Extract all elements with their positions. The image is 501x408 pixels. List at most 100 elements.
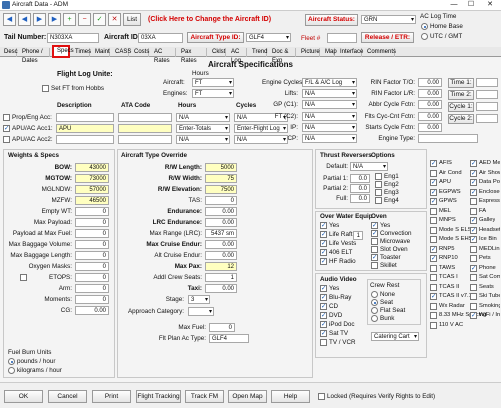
option-mode-s-els-checkbox[interactable] [430, 226, 437, 234]
option-tcas-i-checkbox[interactable] [430, 274, 437, 281]
weights-value-cg[interactable]: 0.00 [75, 306, 109, 315]
tab-phone-dates[interactable]: Phone / Dates [19, 48, 50, 64]
option-pets-checkbox[interactable] [470, 255, 477, 262]
option-headsets-checkbox[interactable] [470, 226, 477, 234]
override-value-addl-crew-seats[interactable]: 1 [205, 273, 237, 282]
tab-interface[interactable]: Interface [337, 48, 363, 57]
fleet-input[interactable] [327, 33, 357, 43]
stage-select[interactable]: 3 [188, 295, 210, 304]
option-gpws-checkbox[interactable] [430, 197, 437, 205]
engine-cycles-select[interactable]: F/L & A/C Log [302, 78, 357, 87]
cycle1-input[interactable] [476, 102, 498, 111]
next-record-icon[interactable]: ▶ [33, 13, 46, 26]
audio-ipod-doc-checkbox[interactable] [320, 320, 327, 328]
water-life-vests-checkbox[interactable] [320, 239, 327, 247]
apu-acc2-checkbox[interactable] [3, 136, 10, 143]
kph-radio[interactable] [8, 367, 15, 374]
print-button[interactable]: Print [92, 390, 131, 403]
override-value-max-cruise-endur[interactable]: 0.00 [205, 240, 237, 249]
flight-tracking-button[interactable]: Flight Tracking [136, 390, 181, 403]
engine-type-input[interactable] [418, 134, 478, 143]
catering-select[interactable]: Catering Cart [371, 332, 419, 341]
option-wx-radar-checkbox[interactable] [430, 302, 437, 310]
override-value-r-w-width[interactable]: 75 [205, 174, 237, 183]
option-data-port-checkbox[interactable] [470, 178, 477, 186]
option-air-show-checkbox[interactable] [470, 169, 477, 177]
audio-dvd-checkbox[interactable] [320, 311, 327, 319]
tab-ac-log[interactable]: AC Log [228, 48, 247, 64]
weights-value-mgtow[interactable]: 73000 [75, 174, 109, 183]
ok-button[interactable]: OK [4, 390, 43, 403]
minimize-button[interactable]: — [447, 0, 461, 10]
tab-doc-exp[interactable]: Doc & Exp [269, 48, 296, 64]
option-mode-s-ehs-checkbox[interactable] [430, 236, 437, 243]
approach-select[interactable] [188, 307, 214, 316]
option-rnp10-checkbox[interactable] [430, 254, 437, 262]
aircraft-type-select[interactable]: GLF4 [246, 33, 291, 42]
prop-eng-checkbox[interactable] [3, 114, 10, 121]
weights-value-mzfw[interactable]: 46500 [75, 196, 109, 205]
override-value-endurance[interactable]: 0.00 [205, 207, 237, 216]
override-value-r-w-elevation[interactable]: 7500 [205, 185, 237, 194]
first-record-icon[interactable]: ◀ [3, 13, 16, 26]
change-aircraft-hint[interactable]: (Click Here to Change the Aircraft ID) [148, 16, 271, 23]
last-record-icon[interactable]: ▶ [48, 13, 61, 26]
time2-input[interactable] [476, 90, 498, 99]
aircraft-status-select[interactable]: GRN [361, 15, 416, 24]
aircraft-status-button[interactable]: Aircraft Status: [305, 14, 358, 26]
option-medlink-checkbox[interactable] [470, 245, 477, 253]
tab-trend[interactable]: Trend [249, 48, 267, 57]
apu-acc2-ata[interactable] [118, 135, 172, 144]
partial1-input[interactable]: 0.0 [350, 174, 370, 183]
delete-record-icon[interactable]: − [78, 13, 91, 26]
weights-value-payload-at-max-fuel[interactable]: 0 [75, 229, 109, 238]
audio-tv-vcr-checkbox[interactable] [320, 339, 327, 346]
cancel-record-icon[interactable]: ✕ [108, 13, 121, 26]
tab-pax-rates[interactable]: Pax Rates [178, 48, 207, 64]
water-406-elt-checkbox[interactable] [320, 248, 327, 256]
override-value-lrc-endurance[interactable]: 0.00 [205, 218, 237, 227]
option-taws-checkbox[interactable] [430, 264, 437, 272]
release-etr-button[interactable]: Release / ETR: [361, 32, 414, 43]
apu-acc1-checkbox[interactable] [3, 124, 10, 132]
apu-acc2-desc[interactable] [56, 135, 114, 144]
option-tcas-ii-v7-1-checkbox[interactable] [430, 292, 437, 300]
oven-toaster-checkbox[interactable] [371, 253, 378, 261]
flts-cyc-input[interactable]: 0.00 [418, 112, 442, 121]
option-egpws-checkbox[interactable] [430, 188, 437, 196]
crew-rest-none-radio[interactable] [371, 291, 378, 298]
fpac-type-input[interactable]: GLF4 [209, 334, 249, 343]
open-map-button[interactable]: Open Map [228, 390, 267, 403]
full-input[interactable]: 0.0 [350, 194, 370, 203]
apu-acc1-desc[interactable]: APU [56, 124, 114, 133]
cp-select[interactable]: N/A [302, 134, 357, 143]
weights-value-max-baggage-volume[interactable]: 0 [75, 240, 109, 249]
tab-comments[interactable]: Comments [364, 48, 396, 57]
option-afis-checkbox[interactable] [430, 159, 437, 167]
time1-button[interactable]: Time 1: [448, 78, 474, 88]
audio-yes-checkbox[interactable] [320, 284, 327, 292]
utc-gmt-radio[interactable] [421, 33, 428, 40]
option-sat-comm-checkbox[interactable] [470, 274, 477, 281]
override-value-r-w-length[interactable]: 5000 [205, 163, 237, 172]
aircraft-units-select[interactable]: FT [192, 78, 234, 87]
tab-cass[interactable]: CASS [112, 48, 131, 57]
option-rnp5-checkbox[interactable] [430, 245, 437, 253]
maximize-button[interactable]: ☐ [464, 0, 478, 10]
option-ice-bin-checkbox[interactable] [470, 235, 477, 243]
tab-desc[interactable]: Desc [1, 48, 18, 57]
eng3-checkbox[interactable] [375, 189, 382, 196]
oven-yes-checkbox[interactable] [371, 221, 378, 229]
option-air-cond-checkbox[interactable] [430, 169, 437, 177]
eng4-checkbox[interactable] [375, 197, 382, 204]
option-espresso-checkbox[interactable] [470, 198, 477, 205]
lifts-select[interactable]: N/A [302, 89, 357, 98]
water-yes-checkbox[interactable] [320, 221, 327, 229]
tab-maint[interactable]: Maint [92, 48, 110, 57]
option-mel-checkbox[interactable] [430, 207, 437, 215]
crew-rest-bunk-radio[interactable] [371, 315, 378, 322]
weights-value-empty-wt[interactable]: 0 [75, 207, 109, 216]
override-value-alt-cruise-endur[interactable]: 0.00 [205, 251, 237, 260]
option-fa-checkbox[interactable] [470, 207, 477, 215]
option-aed-medical-kit-checkbox[interactable] [470, 159, 477, 167]
